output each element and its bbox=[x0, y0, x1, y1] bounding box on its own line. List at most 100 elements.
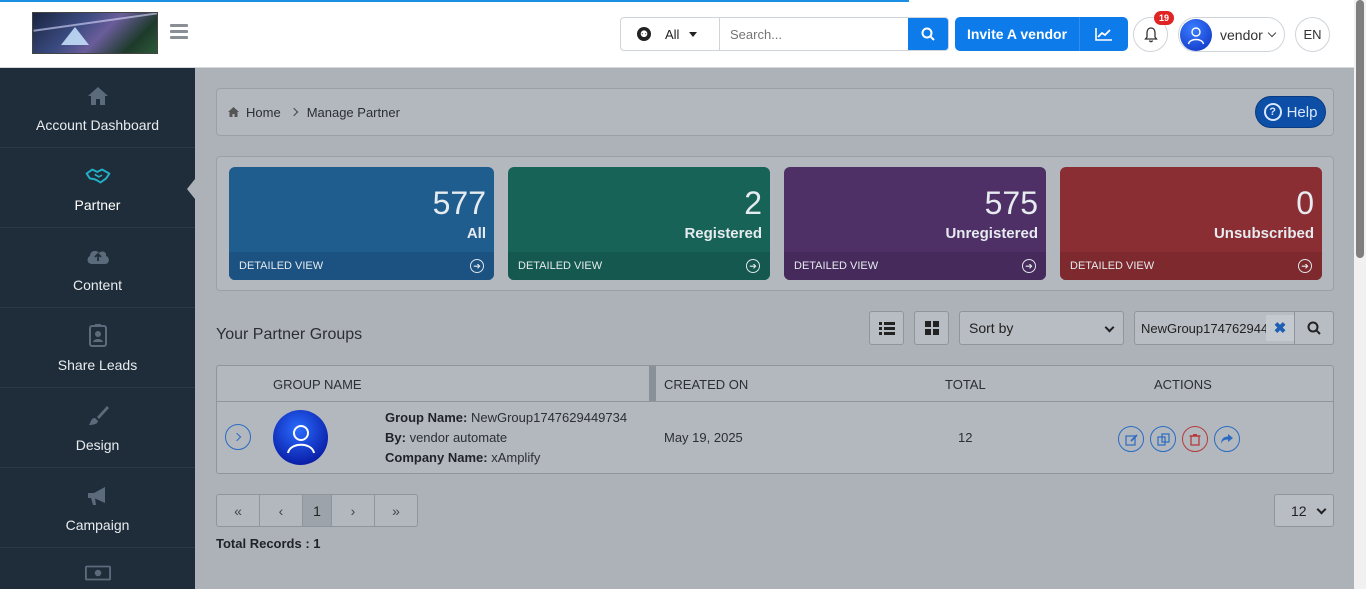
detailed-view-link[interactable]: DETAILED VIEW ➔ bbox=[229, 252, 494, 280]
column-header[interactable]: TOTAL bbox=[945, 377, 986, 392]
field-label: By: bbox=[385, 430, 406, 445]
column-header[interactable]: GROUP NAME bbox=[273, 377, 362, 392]
arrow-right-circle-icon: ➔ bbox=[1298, 259, 1312, 273]
stat-label: Registered bbox=[684, 225, 762, 242]
detailed-view-label: DETAILED VIEW bbox=[794, 260, 879, 272]
company-name: xAmplify bbox=[491, 450, 541, 465]
sidebar-item-account-dashboard[interactable]: Account Dashboard bbox=[0, 68, 195, 148]
stat-card-unregistered[interactable]: 575 Unregistered DETAILED VIEW ➔ bbox=[784, 167, 1046, 280]
stat-card-unsubscribed[interactable]: 0 Unsubscribed DETAILED VIEW ➔ bbox=[1060, 167, 1322, 280]
column-resize-handle[interactable] bbox=[649, 366, 656, 401]
detailed-view-link[interactable]: DETAILED VIEW ➔ bbox=[1060, 252, 1322, 280]
chevron-down-icon bbox=[1316, 504, 1327, 515]
group-name: NewGroup1747629449734 bbox=[470, 410, 628, 425]
sidebar-item-campaign[interactable]: Campaign bbox=[0, 468, 195, 548]
sidebar-item-label: Design bbox=[75, 436, 120, 453]
search-button[interactable] bbox=[908, 18, 948, 50]
detailed-view-link[interactable]: DETAILED VIEW ➔ bbox=[508, 252, 770, 280]
sidebar-item-content[interactable]: Content bbox=[0, 228, 195, 308]
analytics-button[interactable] bbox=[1080, 17, 1128, 51]
badge-icon bbox=[85, 323, 111, 349]
stat-label: Unregistered bbox=[945, 225, 1038, 242]
edit-icon bbox=[1124, 433, 1138, 446]
bell-icon bbox=[1143, 26, 1158, 42]
sidebar-item-label: Partner bbox=[74, 196, 121, 213]
chevron-right-icon bbox=[289, 107, 298, 117]
group-owner: vendor automate bbox=[409, 430, 508, 445]
global-search: ⚉ All bbox=[620, 17, 949, 51]
sidebar-item-partner[interactable]: Partner bbox=[0, 148, 195, 228]
next-page-button[interactable]: › bbox=[332, 495, 375, 526]
brush-icon bbox=[85, 403, 111, 429]
expand-row-button[interactable] bbox=[225, 424, 251, 450]
chevron-down-icon bbox=[1104, 322, 1115, 333]
page-scrollbar[interactable] bbox=[1354, 0, 1366, 589]
company-logo[interactable] bbox=[32, 12, 158, 54]
prev-page-button[interactable]: ‹ bbox=[260, 495, 303, 526]
sidebar-item-label: Campaign bbox=[65, 516, 130, 533]
sidebar-item-design[interactable]: Design bbox=[0, 388, 195, 468]
detailed-view-label: DETAILED VIEW bbox=[518, 260, 603, 272]
handshake-icon bbox=[85, 163, 111, 189]
grid-view-button[interactable] bbox=[914, 311, 949, 345]
page-number-button[interactable]: 1 bbox=[303, 495, 332, 526]
pagination: « ‹ 1 › » bbox=[216, 494, 418, 527]
language-selector[interactable]: EN bbox=[1295, 17, 1330, 52]
sidebar-item-label: Account Dashboard bbox=[36, 116, 159, 133]
column-header[interactable]: CREATED ON bbox=[664, 377, 748, 392]
avatar bbox=[1180, 18, 1212, 51]
stat-card-all[interactable]: 577 All DETAILED VIEW ➔ bbox=[229, 167, 494, 280]
delete-button[interactable] bbox=[1182, 426, 1208, 452]
list-view-button[interactable] bbox=[869, 311, 904, 345]
last-page-button[interactable]: » bbox=[375, 495, 417, 526]
first-page-button[interactable]: « bbox=[217, 495, 260, 526]
detailed-view-link[interactable]: DETAILED VIEW ➔ bbox=[784, 252, 1046, 280]
sidebar-item-label: Content bbox=[72, 276, 123, 293]
line-chart-icon bbox=[1095, 28, 1112, 41]
stat-value: 575 bbox=[984, 185, 1038, 221]
user-menu[interactable]: vendor bbox=[1178, 17, 1285, 52]
sort-dropdown[interactable]: Sort by bbox=[959, 311, 1124, 345]
sidebar-item-share-leads[interactable]: Share Leads bbox=[0, 308, 195, 388]
sidebar-item-label: Share Leads bbox=[57, 356, 138, 373]
caret-down-icon bbox=[689, 31, 698, 37]
cloud-upload-icon bbox=[85, 243, 111, 269]
page-size-select[interactable]: 12 bbox=[1274, 494, 1334, 527]
edit-button[interactable] bbox=[1118, 426, 1144, 452]
group-avatar bbox=[273, 410, 328, 465]
partner-stats-panel: 577 All DETAILED VIEW ➔ 2 Registered DET… bbox=[216, 156, 1334, 291]
search-icon bbox=[1307, 321, 1321, 335]
search-scope-dropdown[interactable]: ⚉ All bbox=[621, 18, 720, 50]
sidebar-item-more[interactable] bbox=[0, 548, 195, 589]
created-on: May 19, 2025 bbox=[664, 430, 743, 445]
scrollbar-thumb[interactable] bbox=[1356, 0, 1364, 258]
sidebar: Account Dashboard Partner Content Share … bbox=[0, 68, 195, 589]
user-icon bbox=[1187, 26, 1205, 44]
home-icon bbox=[228, 107, 239, 117]
chevron-down-icon bbox=[1267, 28, 1277, 38]
home-icon bbox=[85, 83, 111, 109]
search-icon bbox=[921, 27, 935, 41]
share-button[interactable] bbox=[1214, 426, 1240, 452]
copy-button[interactable] bbox=[1150, 426, 1176, 452]
user-name: vendor bbox=[1220, 26, 1263, 43]
menu-toggle-icon[interactable] bbox=[170, 24, 188, 40]
detailed-view-label: DETAILED VIEW bbox=[1070, 260, 1155, 272]
breadcrumb-home-link[interactable]: Home bbox=[246, 105, 281, 120]
accessibility-icon: ⚉ bbox=[637, 27, 651, 41]
group-name-line: Group Name: NewGroup1747629449734 bbox=[385, 410, 627, 425]
search-input[interactable] bbox=[720, 18, 908, 50]
clear-search-icon[interactable]: ✖ bbox=[1266, 315, 1294, 341]
field-label: Company Name: bbox=[385, 450, 488, 465]
loading-progress-bar bbox=[0, 0, 909, 2]
group-search-button[interactable] bbox=[1294, 311, 1334, 345]
grid-icon bbox=[924, 321, 939, 335]
breadcrumb: Home Manage Partner ? Help bbox=[216, 88, 1334, 136]
page-size-value: 12 bbox=[1291, 502, 1307, 519]
sort-label: Sort by bbox=[969, 320, 1014, 336]
invite-vendor-button[interactable]: Invite A vendor bbox=[955, 17, 1080, 51]
stat-card-registered[interactable]: 2 Registered DETAILED VIEW ➔ bbox=[508, 167, 770, 280]
help-label: Help bbox=[1286, 103, 1318, 121]
help-button[interactable]: ? Help bbox=[1255, 96, 1326, 128]
list-icon bbox=[878, 321, 895, 335]
